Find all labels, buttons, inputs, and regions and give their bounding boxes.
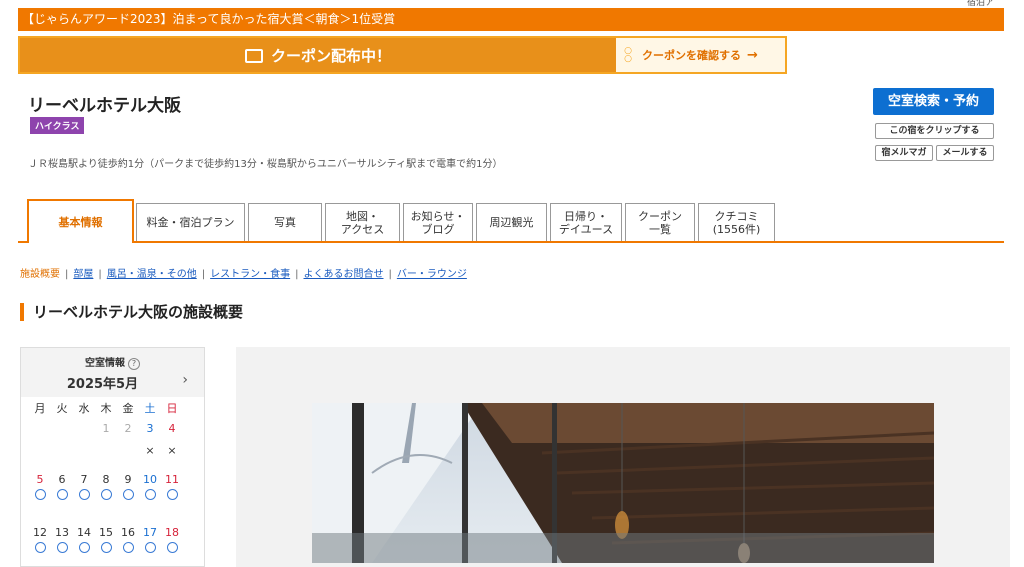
send-mail-button[interactable]: メールする <box>936 145 994 161</box>
available-circle-icon[interactable] <box>75 542 93 556</box>
coupon-banner[interactable]: クーポン配布中！ <box>18 36 618 74</box>
tab-reviews[interactable]: クチコミ (1556件) <box>698 203 775 241</box>
calendar-week3-cell[interactable]: 17 <box>141 526 159 539</box>
tab-map[interactable]: 地図・ アクセス <box>325 203 400 241</box>
calendar-weekday-cell[interactable]: 水 <box>75 400 93 416</box>
calendar-week1-cell[interactable]: 1 <box>97 422 115 435</box>
unavailable-mark: × <box>167 444 177 457</box>
calendar-week3-cell[interactable]: 12 <box>31 526 49 539</box>
available-circle-icon[interactable] <box>31 489 49 503</box>
clip-button[interactable]: この宿をクリップする <box>875 123 994 139</box>
calendar-weekday-cell[interactable]: 日 <box>163 400 181 416</box>
calendar-week3-cell[interactable]: 13 <box>53 526 71 539</box>
tab-bar: 基本情報 料金・宿泊プラン 写真 地図・ アクセス お知らせ・ ブログ 周辺観光… <box>18 199 1004 243</box>
coupon-confirm-link[interactable]: ○ ○ クーポンを確認する → <box>616 36 787 74</box>
calendar-week2-cell[interactable]: 6 <box>53 473 71 486</box>
tab-news[interactable]: お知らせ・ ブログ <box>403 203 473 241</box>
calendar-title: 空室情報 <box>85 358 125 369</box>
availability-calendar: 空室情報? 2025年5月 › 月火水木金土日 1 2 3 4 × × 5 6 7 8 9 10 11 12… <box>20 347 205 567</box>
available-circle-icon[interactable] <box>141 489 159 503</box>
subnav-faq[interactable]: よくあるお問合せ <box>304 269 384 280</box>
available-circle-icon[interactable] <box>119 489 137 503</box>
arrow-right-icon: → <box>747 47 758 63</box>
unavailable-mark: × <box>145 444 155 457</box>
tab-underline <box>18 241 1004 243</box>
coupon-label: クーポン配布中！ <box>270 46 391 65</box>
subnav-current: 施設概要 <box>20 269 60 280</box>
calendar-week2-cell[interactable]: 8 <box>97 473 115 486</box>
available-circle-icon[interactable] <box>97 489 115 503</box>
available-circle-icon[interactable] <box>163 542 181 556</box>
calendar-week3-cell[interactable]: 15 <box>97 526 115 539</box>
available-circle-icon[interactable] <box>163 489 181 503</box>
hotel-photo-image <box>312 403 934 563</box>
ticket-perforation-icon: ○ ○ <box>624 46 632 64</box>
tab-coupons[interactable]: クーポン 一覧 <box>625 203 695 241</box>
subnav-bath[interactable]: 風呂・温泉・その他 <box>107 269 197 280</box>
hotel-photo[interactable] <box>312 403 934 563</box>
chevron-right-icon[interactable]: › <box>182 372 188 388</box>
search-reserve-button[interactable]: 空室検索・予約 <box>873 88 994 115</box>
section-title: リーベルホテル大阪の施設概要 <box>20 303 243 321</box>
class-badge: ハイクラス <box>30 117 85 134</box>
calendar-weekday-cell[interactable]: 火 <box>53 400 71 416</box>
top-right-text: 宿泊ア <box>966 0 994 8</box>
coupon-link-label: クーポンを確認する <box>642 49 741 62</box>
available-circle-icon[interactable] <box>31 542 49 556</box>
calendar-week2-cell[interactable]: 7 <box>75 473 93 486</box>
award-banner[interactable]: 【じゃらんアワード2023】泊まって良かった宿大賞＜朝食＞1位受賞 <box>18 8 1004 31</box>
calendar-weekday-cell[interactable]: 金 <box>119 400 137 416</box>
available-circle-icon[interactable] <box>53 542 71 556</box>
tab-photos[interactable]: 写真 <box>248 203 322 241</box>
calendar-weekday-cell[interactable]: 土 <box>141 400 159 416</box>
ticket-icon <box>244 49 263 63</box>
calendar-week3-cell[interactable]: 14 <box>75 526 93 539</box>
calendar-week1-cell[interactable]: 4 <box>163 422 181 435</box>
mail-magazine-button[interactable]: 宿メルマガ <box>875 145 933 161</box>
calendar-week3-cell[interactable]: 18 <box>163 526 181 539</box>
subnav-bar[interactable]: バー・ラウンジ <box>397 269 467 280</box>
calendar-week3-cell[interactable]: 16 <box>119 526 137 539</box>
hotel-name: リーベルホテル大阪 <box>28 96 181 116</box>
calendar-weekday-cell[interactable]: 木 <box>97 400 115 416</box>
access-text: ＪＲ桜島駅より徒歩約1分（パークまで徒歩約13分・桜島駅からユニバーサルシティ駅… <box>28 159 503 170</box>
calendar-week1-cell[interactable]: 2 <box>119 422 137 435</box>
available-circle-icon[interactable] <box>75 489 93 503</box>
tab-dayuse[interactable]: 日帰り・ デイユース <box>550 203 622 241</box>
sub-navigation: 施設概要 | 部屋 | 風呂・温泉・その他 | レストラン・食事 | よくあるお問合せ | バー・ラ… <box>20 269 467 280</box>
calendar-week1-cell[interactable]: 3 <box>141 422 159 435</box>
available-circle-icon[interactable] <box>97 542 115 556</box>
calendar-month: 2025年5月 <box>66 377 139 392</box>
available-circle-icon[interactable] <box>119 542 137 556</box>
available-circle-icon[interactable] <box>53 489 71 503</box>
calendar-week2-cell[interactable]: 11 <box>163 473 181 486</box>
calendar-weekday-cell[interactable]: 月 <box>31 400 49 416</box>
available-circle-icon[interactable] <box>141 542 159 556</box>
help-icon[interactable]: ? <box>128 358 140 370</box>
calendar-week2-cell[interactable]: 9 <box>119 473 137 486</box>
calendar-week2-cell[interactable]: 5 <box>31 473 49 486</box>
tab-plans[interactable]: 料金・宿泊プラン <box>136 203 245 241</box>
calendar-week2-cell[interactable]: 10 <box>141 473 159 486</box>
subnav-restaurant[interactable]: レストラン・食事 <box>210 269 290 280</box>
tab-basic-info[interactable]: 基本情報 <box>27 199 134 243</box>
tab-sightseeing[interactable]: 周辺観光 <box>476 203 547 241</box>
subnav-rooms[interactable]: 部屋 <box>73 269 93 280</box>
